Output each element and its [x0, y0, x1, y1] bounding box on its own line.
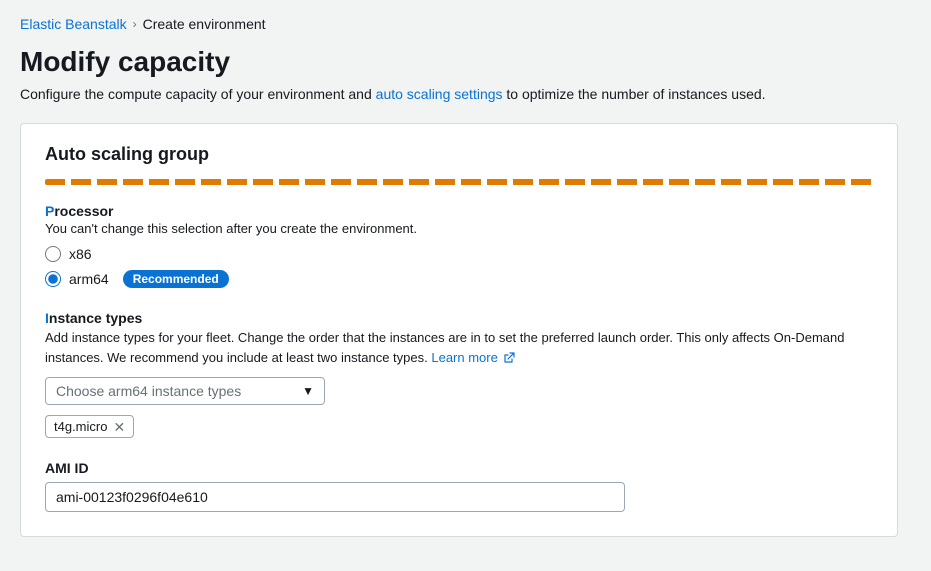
instance-label-rest: nstance types: [49, 310, 142, 326]
processor-section: Processor You can't change this selectio…: [45, 203, 873, 288]
description-text-before: Configure the compute capacity of your e…: [20, 86, 376, 102]
page-description: Configure the compute capacity of your e…: [20, 84, 911, 105]
processor-sublabel: You can't change this selection after yo…: [45, 221, 873, 236]
external-link-icon: [503, 352, 515, 364]
description-text-after: to optimize the number of instances used…: [503, 86, 766, 102]
radio-item-x86[interactable]: x86: [45, 246, 873, 262]
page-title: Modify capacity: [20, 46, 911, 78]
radio-arm64[interactable]: [45, 271, 61, 287]
card-title: Auto scaling group: [45, 144, 873, 165]
instance-description: Add instance types for your fleet. Chang…: [45, 328, 873, 367]
processor-radio-group: x86 arm64 Recommended: [45, 246, 873, 288]
instance-type-dropdown[interactable]: Choose arm64 instance types ▼: [45, 377, 325, 405]
tag-chip-label: t4g.micro: [54, 419, 107, 434]
breadcrumb-current: Create environment: [143, 16, 266, 32]
badge-recommended: Recommended: [123, 270, 229, 288]
learn-more-link[interactable]: Learn more: [431, 350, 515, 365]
ami-input[interactable]: [45, 482, 625, 512]
auto-scaling-settings-link[interactable]: auto scaling settings: [376, 86, 503, 102]
instance-types-label: Instance types: [45, 310, 873, 326]
dropdown-placeholder: Choose arm64 instance types: [56, 383, 302, 399]
breadcrumb-link-elastic-beanstalk[interactable]: Elastic Beanstalk: [20, 16, 127, 32]
dashed-divider: [45, 179, 873, 185]
tag-chip-close-icon[interactable]: ✕: [113, 420, 125, 434]
instance-types-section: Instance types Add instance types for yo…: [45, 310, 873, 438]
radio-item-arm64[interactable]: arm64 Recommended: [45, 270, 873, 288]
learn-more-text: Learn more: [431, 350, 497, 365]
processor-label-rest: rocessor: [54, 203, 113, 219]
ami-section: AMI ID: [45, 460, 873, 512]
breadcrumb-chevron: ›: [133, 17, 137, 31]
tag-chip-t4g-micro: t4g.micro ✕: [45, 415, 134, 438]
dropdown-arrow-icon: ▼: [302, 384, 314, 398]
processor-label-highlight: P: [45, 203, 54, 219]
radio-label-x86: x86: [69, 246, 92, 262]
ami-label: AMI ID: [45, 460, 873, 476]
radio-label-arm64: arm64: [69, 271, 109, 287]
radio-x86[interactable]: [45, 246, 61, 262]
breadcrumb: Elastic Beanstalk › Create environment: [20, 16, 911, 32]
tag-list: t4g.micro ✕: [45, 415, 873, 438]
processor-label: Processor: [45, 203, 873, 219]
card: Auto scaling group Processor You can't c…: [20, 123, 898, 537]
